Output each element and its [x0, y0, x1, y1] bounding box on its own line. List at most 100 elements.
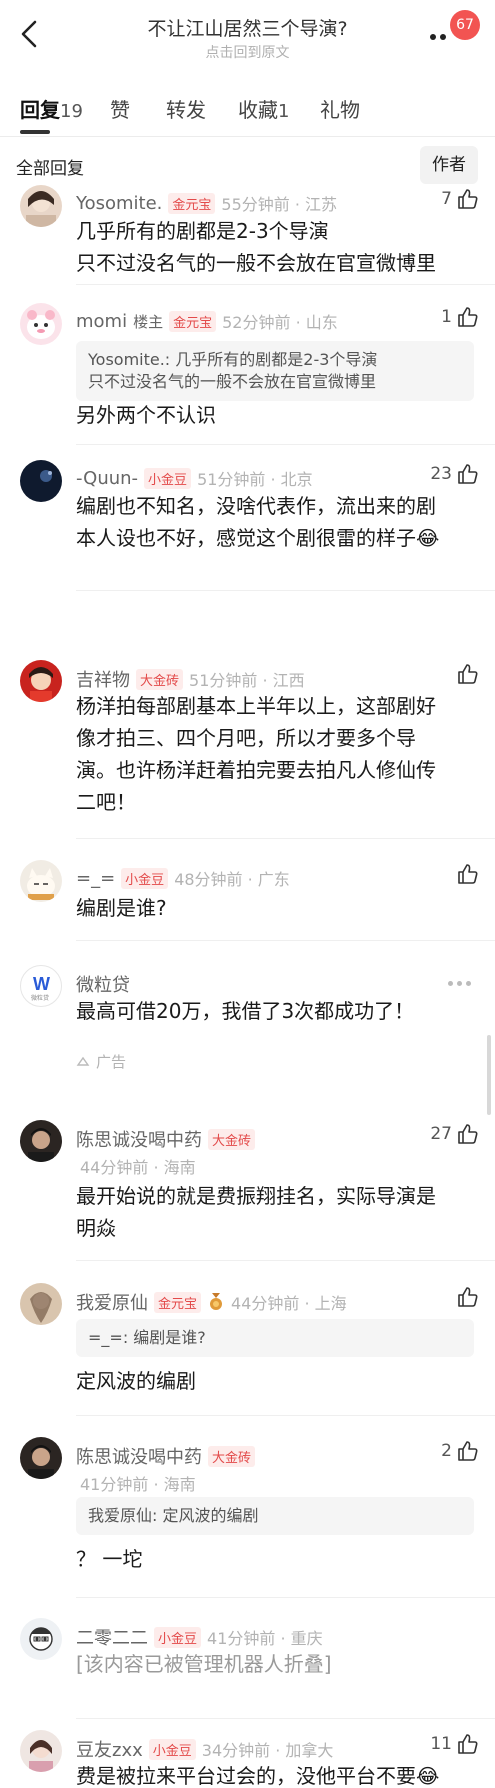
ad-meta: 微粒贷 [76, 971, 436, 997]
comment-meta: 二零二二 小金豆 41分钟前 · 重庆 [76, 1624, 436, 1650]
user-level-tag: 小金豆 [121, 867, 169, 889]
folded-notice[interactable]: [该内容已被管理机器人折叠] [76, 1648, 476, 1680]
username[interactable]: 陈思诚没喝中药 [76, 1126, 202, 1152]
avatar[interactable] [20, 185, 62, 227]
username[interactable]: 豆友zxx [76, 1736, 143, 1762]
like-button[interactable] [418, 862, 480, 890]
quoted-reply[interactable]: Yosomite.: 几乎所有的剧都是2-3个导演 只不过没名气的一般不会放在官… [76, 341, 474, 401]
comment-time: 52分钟前 · 山东 [222, 313, 338, 332]
tab-label: 赞 [110, 98, 130, 122]
scrollbar[interactable] [487, 1035, 491, 1115]
comment-item: Yosomite. 金元宝 55分钟前 · 江苏 7 几乎所有的剧都是2-3个导演 … [0, 185, 495, 275]
username[interactable]: 二零二二 [76, 1624, 148, 1650]
avatar[interactable] [20, 1283, 62, 1325]
logo-letter: W [33, 974, 50, 994]
tab-favorites[interactable]: 收藏1 [238, 94, 289, 123]
comment-time: 34分钟前 · 加拿大 [201, 1741, 334, 1760]
divider [76, 838, 495, 839]
tab-count: 1 [278, 101, 290, 122]
avatar[interactable] [20, 1437, 62, 1479]
avatar[interactable] [20, 1120, 62, 1162]
thumbs-up-icon [458, 1734, 478, 1754]
comment-meta: Yosomite. 金元宝 55分钟前 · 江苏 [76, 191, 436, 215]
comment-text: 杨洋拍每部剧基本上半年以上，这部剧好 像才拍三、四个月吧，所以才要多个导 演。也… [76, 694, 436, 814]
comment-meta: 我爱原仙 金元宝 44分钟前 · 上海 [76, 1289, 436, 1315]
username[interactable]: -Quun- [76, 468, 138, 489]
tab-replies[interactable]: 回复19 [20, 94, 83, 123]
more-dots-icon[interactable] [446, 979, 476, 989]
avatar[interactable] [20, 460, 62, 502]
tab-likes[interactable]: 赞 [110, 94, 130, 123]
user-level-tag: 金元宝 [168, 192, 216, 214]
comment-time: 55分钟前 · 江苏 [221, 195, 338, 214]
username[interactable]: 陈思诚没喝中药 [76, 1443, 202, 1469]
avatar[interactable] [20, 660, 62, 702]
notification-badge[interactable]: 67 [450, 10, 480, 40]
author-filter-button[interactable]: 作者 [420, 146, 478, 184]
ad-item[interactable]: W 微粒贷 微粒贷 最高可借20万，我借了3次都成功了！ 广告 [0, 965, 495, 1085]
comment-text: 最开始说的就是费振翔挂名，实际导演是 明焱 [76, 1184, 436, 1240]
username[interactable]: momi [76, 311, 127, 332]
like-count: 7 [441, 189, 452, 209]
avatar[interactable] [20, 1618, 62, 1660]
thumbs-up-icon [458, 1441, 478, 1461]
page-title[interactable]: 不让江山居然三个导演? [90, 14, 405, 41]
comment-item: =_= 小金豆 48分钟前 · 广东 编剧是谁? [0, 860, 495, 940]
tab-bar: 回复19 赞 转发 收藏1 礼物 [0, 86, 495, 136]
username[interactable]: =_= [76, 868, 115, 889]
username[interactable]: 吉祥物 [76, 666, 130, 692]
like-button[interactable]: 2 [418, 1439, 480, 1467]
divider [76, 590, 495, 591]
username[interactable]: 我爱原仙 [76, 1289, 148, 1315]
like-button[interactable] [418, 662, 480, 690]
comment-item: 我爱原仙 金元宝 44分钟前 · 上海 =_=: 编剧是谁? 定风波的编剧 [0, 1283, 495, 1413]
divider [76, 940, 495, 941]
advertiser-name[interactable]: 微粒贷 [76, 971, 130, 997]
divider [76, 444, 495, 445]
tab-label: 礼物 [320, 98, 360, 122]
user-level-tag: 小金豆 [144, 467, 192, 489]
comment-item: 陈思诚没喝中药 大金砖 41分钟前 · 海南 2 我爱原仙: 定风波的编剧 ？ 一… [0, 1437, 495, 1587]
user-level-tag: 小金豆 [154, 1626, 202, 1648]
thumbs-up-icon [458, 1287, 478, 1307]
comment-time: 44分钟前 · 海南 [80, 1158, 196, 1177]
thumbs-up-icon [458, 1124, 478, 1144]
comment-time: 41分钟前 · 重庆 [207, 1629, 323, 1648]
comment-meta: =_= 小金豆 48分钟前 · 广东 [76, 866, 436, 890]
like-button[interactable] [418, 1285, 480, 1313]
ad-logo[interactable]: W 微粒贷 [20, 965, 62, 1007]
all-replies-filter[interactable]: 全部回复 [16, 154, 84, 179]
comment-item: 陈思诚没喝中药 大金砖 44分钟前 · 海南 27 最开始说的就是费振翔挂名，实际… [0, 1120, 495, 1260]
comment-time: 51分钟前 · 北京 [197, 470, 313, 489]
ad-info-icon [76, 1056, 90, 1066]
comment-meta: 陈思诚没喝中药 大金砖 [76, 1443, 436, 1469]
like-count: 23 [430, 464, 452, 484]
thumbs-up-icon [458, 864, 478, 884]
username[interactable]: Yosomite. [76, 193, 162, 214]
comment-text: 定风波的编剧 [76, 1369, 196, 1393]
comment-text: 编剧也不知名，没啥代表作，流出来的剧 本人设也不好，感觉这个剧很雷的样子😂 [76, 494, 440, 550]
ad-label: 广告 [96, 1053, 127, 1071]
tab-gifts[interactable]: 礼物 [320, 94, 360, 123]
tab-reposts[interactable]: 转发 [166, 94, 206, 123]
comment-meta: -Quun- 小金豆 51分钟前 · 北京 [76, 466, 436, 490]
quoted-reply[interactable]: =_=: 编剧是谁? [76, 1319, 474, 1357]
like-button[interactable]: 27 [418, 1122, 480, 1150]
like-button[interactable]: 11 [418, 1732, 480, 1760]
thumbs-up-icon [458, 307, 478, 327]
comment-text: 另外两个不认识 [76, 403, 216, 427]
comment-time: 48分钟前 · 广东 [174, 870, 290, 889]
back-to-post-link[interactable]: 点击回到原文 [90, 42, 405, 62]
comment-time: 41分钟前 · 海南 [80, 1475, 196, 1494]
like-button[interactable]: 23 [418, 462, 480, 490]
chevron-left-icon[interactable] [10, 14, 50, 54]
avatar[interactable] [20, 860, 62, 902]
divider [76, 1718, 495, 1719]
like-button[interactable]: 1 [418, 305, 480, 333]
comment-time: 51分钟前 · 江西 [189, 671, 305, 690]
quoted-reply[interactable]: 我爱原仙: 定风波的编剧 [76, 1497, 474, 1535]
avatar[interactable] [20, 303, 62, 345]
comment-meta: momi 楼主 金元宝 52分钟前 · 山东 [76, 309, 436, 333]
like-button[interactable]: 7 [418, 187, 480, 215]
avatar[interactable] [20, 1730, 62, 1772]
